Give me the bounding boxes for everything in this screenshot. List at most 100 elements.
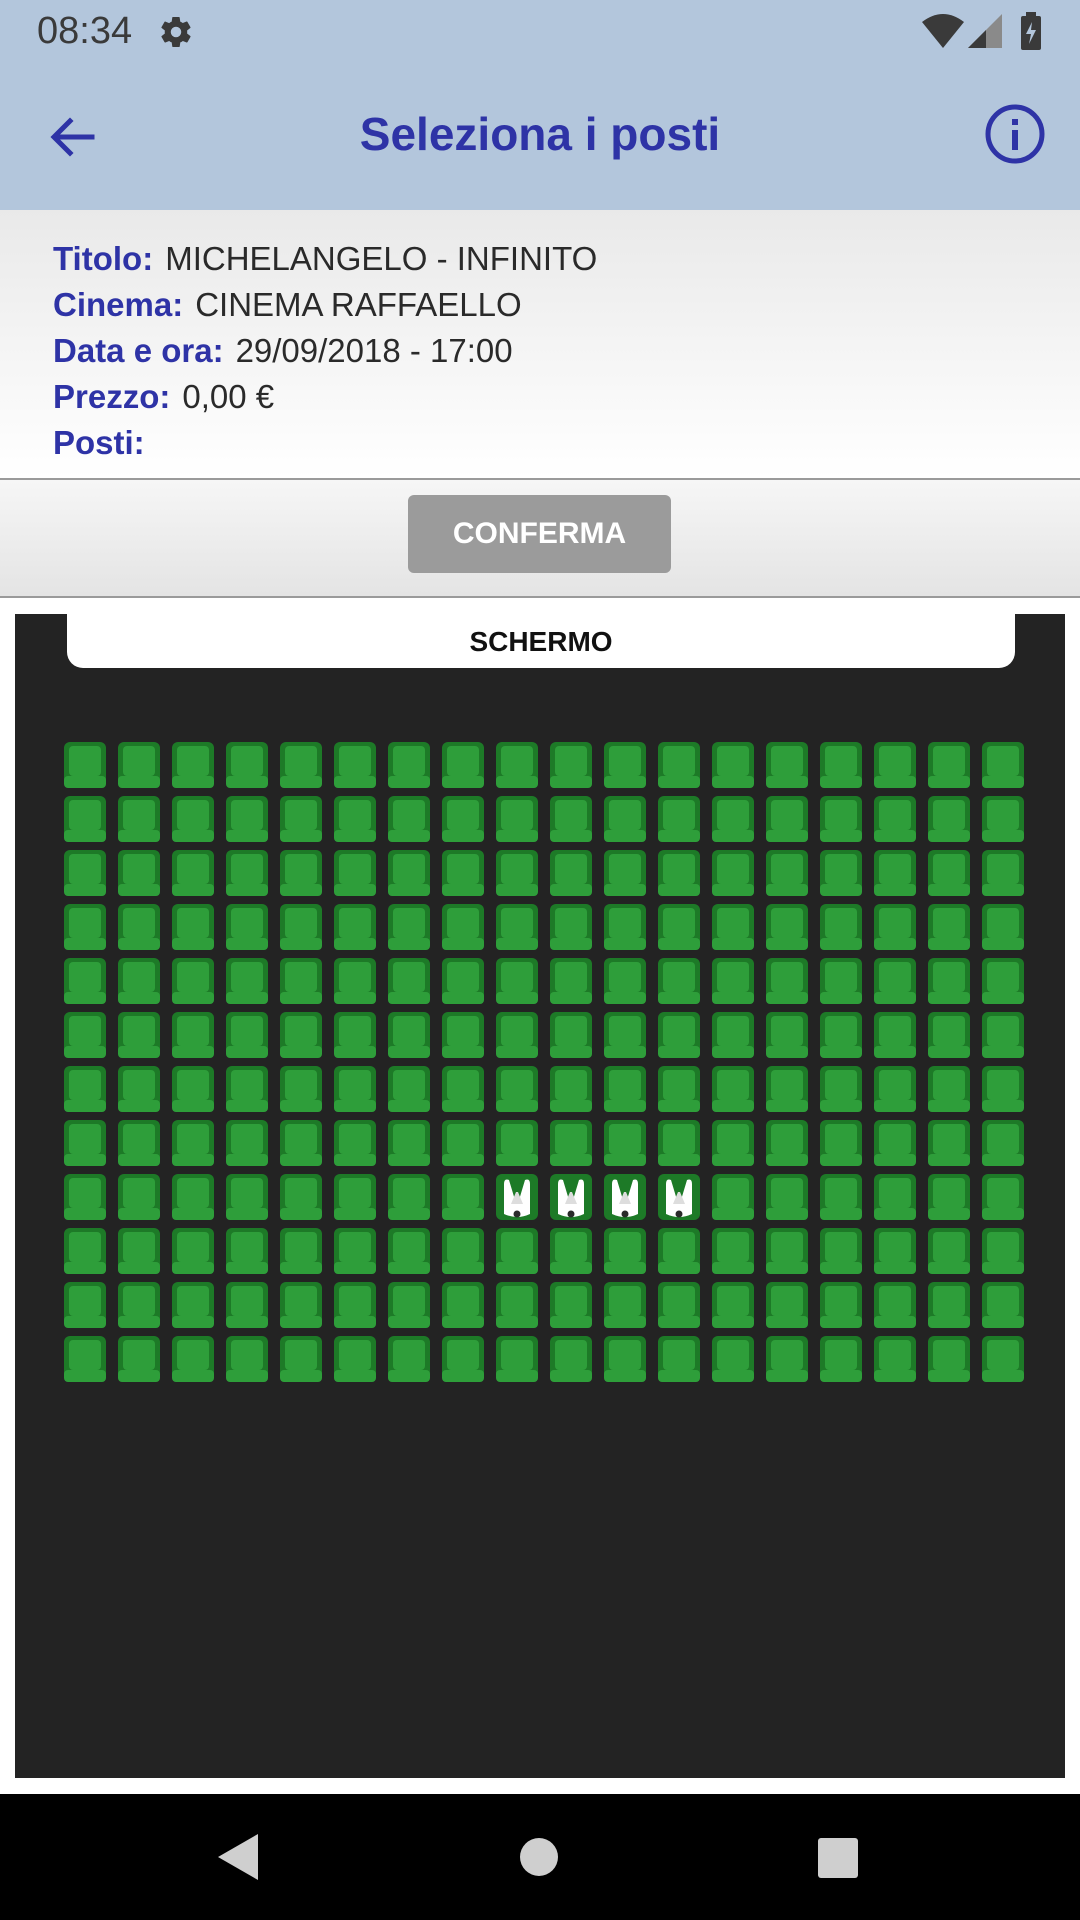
seat-available[interactable] xyxy=(706,1170,760,1224)
seat-available[interactable] xyxy=(706,1008,760,1062)
seat-available[interactable] xyxy=(58,1224,112,1278)
seat-available[interactable] xyxy=(274,1170,328,1224)
seat-available[interactable] xyxy=(490,738,544,792)
seat-available[interactable] xyxy=(760,846,814,900)
seat-available[interactable] xyxy=(814,1062,868,1116)
seat-available[interactable] xyxy=(814,1278,868,1332)
seat-available[interactable] xyxy=(436,846,490,900)
seat-available[interactable] xyxy=(598,1224,652,1278)
seat-available[interactable] xyxy=(814,1332,868,1386)
seat-available[interactable] xyxy=(58,1062,112,1116)
seat-available[interactable] xyxy=(166,738,220,792)
seat-available[interactable] xyxy=(58,900,112,954)
seat-available[interactable] xyxy=(922,738,976,792)
seat-available[interactable] xyxy=(220,1008,274,1062)
seat-available[interactable] xyxy=(220,1224,274,1278)
seat-available[interactable] xyxy=(220,738,274,792)
seat-available[interactable] xyxy=(220,954,274,1008)
seat-available[interactable] xyxy=(868,954,922,1008)
nav-home-icon[interactable] xyxy=(520,1838,558,1876)
seat-available[interactable] xyxy=(436,1224,490,1278)
seat-available[interactable] xyxy=(58,1116,112,1170)
seat-available[interactable] xyxy=(868,792,922,846)
seat-available[interactable] xyxy=(490,846,544,900)
seat-available[interactable] xyxy=(328,1224,382,1278)
seat-available[interactable] xyxy=(868,1008,922,1062)
seat-available[interactable] xyxy=(490,1332,544,1386)
seat-available[interactable] xyxy=(706,1116,760,1170)
seat-available[interactable] xyxy=(868,1170,922,1224)
seat-available[interactable] xyxy=(868,1278,922,1332)
seat-available[interactable] xyxy=(814,1170,868,1224)
seat-available[interactable] xyxy=(976,1170,1030,1224)
seat-available[interactable] xyxy=(544,738,598,792)
seat-available[interactable] xyxy=(922,954,976,1008)
seat-available[interactable] xyxy=(706,900,760,954)
seat-available[interactable] xyxy=(382,846,436,900)
seat-available[interactable] xyxy=(976,1278,1030,1332)
seat-available[interactable] xyxy=(976,1224,1030,1278)
seat-available[interactable] xyxy=(274,954,328,1008)
seat-available[interactable] xyxy=(58,1332,112,1386)
seat-available[interactable] xyxy=(814,846,868,900)
seat-available[interactable] xyxy=(544,1332,598,1386)
seat-available[interactable] xyxy=(328,846,382,900)
seat-available[interactable] xyxy=(274,738,328,792)
seat-available[interactable] xyxy=(490,954,544,1008)
seat-available[interactable] xyxy=(598,792,652,846)
seat-available[interactable] xyxy=(976,738,1030,792)
seat-available[interactable] xyxy=(652,900,706,954)
seat-available[interactable] xyxy=(868,738,922,792)
seat-available[interactable] xyxy=(544,1278,598,1332)
seat-available[interactable] xyxy=(58,846,112,900)
seat-available[interactable] xyxy=(652,1008,706,1062)
seat-available[interactable] xyxy=(112,1008,166,1062)
seat-available[interactable] xyxy=(922,1278,976,1332)
seat-available[interactable] xyxy=(166,954,220,1008)
seat-available[interactable] xyxy=(166,1332,220,1386)
seat-available[interactable] xyxy=(598,954,652,1008)
seat-available[interactable] xyxy=(760,1116,814,1170)
seat-available[interactable] xyxy=(166,1116,220,1170)
seat-available[interactable] xyxy=(166,1278,220,1332)
seat-available[interactable] xyxy=(544,1116,598,1170)
seat-available[interactable] xyxy=(112,792,166,846)
seat-available[interactable] xyxy=(652,1278,706,1332)
seat-available[interactable] xyxy=(382,1116,436,1170)
seat-available[interactable] xyxy=(328,1332,382,1386)
seat-available[interactable] xyxy=(328,1278,382,1332)
seat-available[interactable] xyxy=(976,1332,1030,1386)
seat-available[interactable] xyxy=(922,792,976,846)
seat-available[interactable] xyxy=(436,1278,490,1332)
seat-available[interactable] xyxy=(274,1008,328,1062)
seat-available[interactable] xyxy=(382,1332,436,1386)
seat-available[interactable] xyxy=(760,792,814,846)
seat-available[interactable] xyxy=(544,1062,598,1116)
seat-available[interactable] xyxy=(760,1224,814,1278)
seat-available[interactable] xyxy=(544,846,598,900)
seat-available[interactable] xyxy=(490,900,544,954)
seat-available[interactable] xyxy=(328,1062,382,1116)
seat-available[interactable] xyxy=(490,1278,544,1332)
seat-available[interactable] xyxy=(652,1332,706,1386)
seat-available[interactable] xyxy=(382,1062,436,1116)
seat-available[interactable] xyxy=(598,1332,652,1386)
seat-available[interactable] xyxy=(706,954,760,1008)
seat-available[interactable] xyxy=(166,1224,220,1278)
seat-available[interactable] xyxy=(436,1008,490,1062)
seat-available[interactable] xyxy=(652,1062,706,1116)
seat-available[interactable] xyxy=(976,1008,1030,1062)
seat-available[interactable] xyxy=(760,1278,814,1332)
seat-available[interactable] xyxy=(814,792,868,846)
nav-recent-icon[interactable] xyxy=(818,1838,858,1878)
seat-available[interactable] xyxy=(58,792,112,846)
seat-available[interactable] xyxy=(490,792,544,846)
seat-available[interactable] xyxy=(814,954,868,1008)
seat-available[interactable] xyxy=(112,1224,166,1278)
seat-available[interactable] xyxy=(58,738,112,792)
seat-available[interactable] xyxy=(274,1224,328,1278)
seat-available[interactable] xyxy=(652,738,706,792)
seat-available[interactable] xyxy=(166,1170,220,1224)
seat-available[interactable] xyxy=(220,1332,274,1386)
seat-available[interactable] xyxy=(382,1170,436,1224)
